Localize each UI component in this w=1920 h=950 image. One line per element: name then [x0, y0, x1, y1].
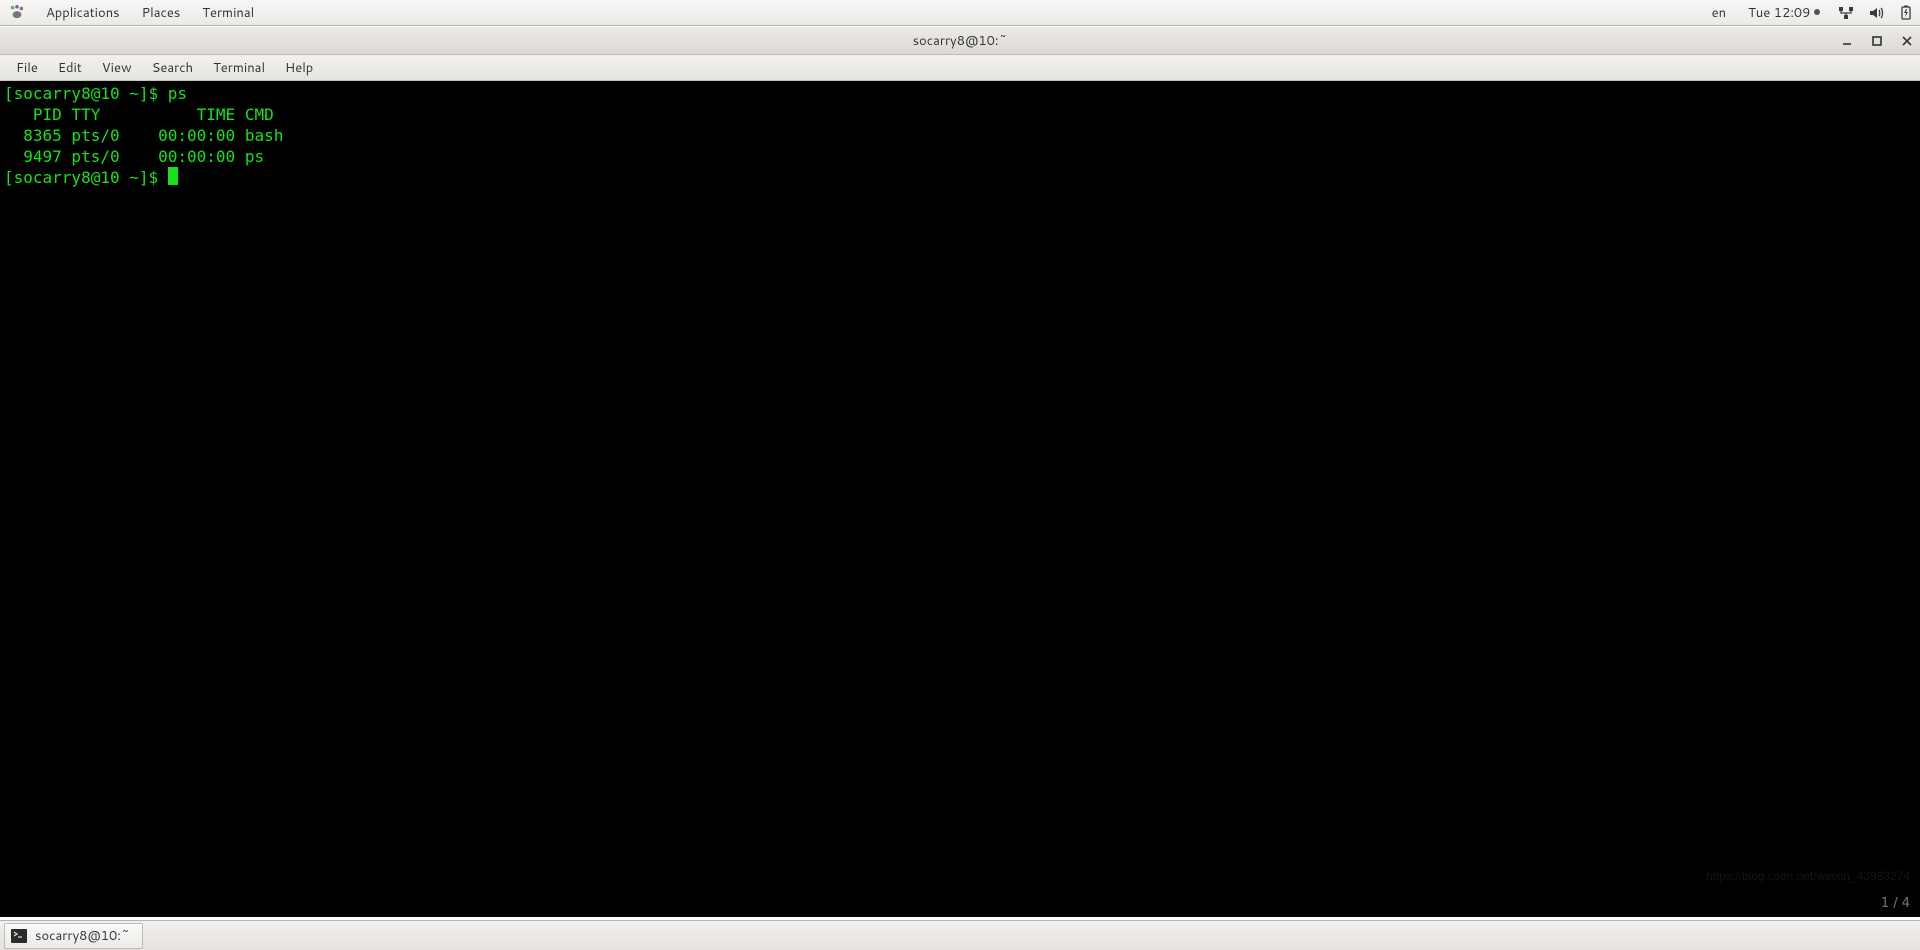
cursor-icon: [168, 167, 178, 185]
battery-icon[interactable]: [1898, 5, 1914, 21]
window-titlebar[interactable]: socarry8@10:~: [0, 27, 1920, 55]
terminal-line: PID TTY TIME CMD: [4, 105, 274, 124]
menu-file[interactable]: File: [6, 56, 48, 80]
terminal-viewport[interactable]: [socarry8@10 ~]$ ps PID TTY TIME CMD 836…: [0, 81, 1920, 917]
taskbar-entry-terminal[interactable]: socarry8@10:~: [4, 923, 143, 949]
menu-search[interactable]: Search: [142, 56, 203, 80]
volume-icon[interactable]: [1868, 5, 1884, 21]
terminal-line: 8365 pts/0 00:00:00 bash: [4, 126, 283, 145]
menubar: File Edit View Search Terminal Help: [0, 55, 1920, 81]
page-indicator: 1 / 4: [1881, 896, 1910, 911]
clock[interactable]: Tue 12:09: [1744, 2, 1824, 24]
terminal-app-icon: [11, 929, 27, 943]
menu-view[interactable]: View: [92, 56, 142, 80]
terminal-line: 9497 pts/0 00:00:00 ps: [4, 147, 264, 166]
places-menu[interactable]: Places: [138, 2, 185, 24]
applications-menu[interactable]: Applications: [42, 2, 124, 24]
language-indicator[interactable]: en: [1708, 2, 1730, 24]
terminal-window: socarry8@10:~ File Edit View Search Term…: [0, 26, 1920, 917]
taskbar-entry-label: socarry8@10:~: [35, 927, 130, 945]
clock-text: Tue 12:09: [1748, 4, 1810, 22]
gnome-logo-icon: [6, 2, 28, 24]
maximize-button[interactable]: [1870, 34, 1884, 48]
bottom-taskbar: socarry8@10:~: [0, 920, 1920, 950]
menu-help[interactable]: Help: [275, 56, 323, 80]
minimize-button[interactable]: [1840, 34, 1854, 48]
terminal-line: [socarry8@10 ~]$ ps: [4, 84, 187, 103]
terminal-line: [socarry8@10 ~]$: [4, 168, 178, 187]
close-button[interactable]: [1900, 34, 1914, 48]
active-app-menu[interactable]: Terminal: [198, 2, 258, 24]
network-icon[interactable]: [1838, 5, 1854, 21]
watermark-text: https://blog.csdn.net/weixin_43983274: [1706, 869, 1910, 883]
menu-edit[interactable]: Edit: [48, 56, 92, 80]
system-top-panel: Applications Places Terminal en Tue 12:0…: [0, 0, 1920, 26]
menu-terminal[interactable]: Terminal: [203, 56, 275, 80]
clock-dot-icon: [1814, 9, 1820, 15]
window-title: socarry8@10:~: [0, 32, 1920, 50]
